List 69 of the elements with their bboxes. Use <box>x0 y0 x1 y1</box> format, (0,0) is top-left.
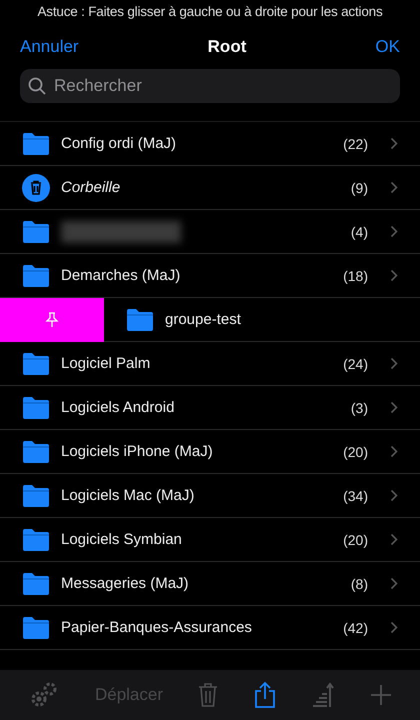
folder-name: Logiciels Symbian <box>61 531 183 548</box>
chevron-icon <box>390 577 398 590</box>
folder-icon <box>22 220 50 243</box>
folder-name: groupe-test <box>165 311 242 328</box>
folder-row[interactable]: Logiciels iPhone (MaJ) (20) <box>0 430 420 474</box>
chevron-icon <box>390 357 398 370</box>
chevron-icon <box>390 401 398 414</box>
folder-row[interactable]: (4) <box>0 210 420 254</box>
folder-row[interactable]: Logiciels Android (3) <box>0 386 420 430</box>
item-count: (34) <box>343 488 368 504</box>
item-count: (22) <box>343 136 368 152</box>
search-field[interactable]: Rechercher <box>20 69 400 103</box>
chevron-icon <box>390 489 398 502</box>
cancel-button[interactable]: Annuler <box>20 37 79 57</box>
folder-name: Logiciels iPhone (MaJ) <box>61 443 214 460</box>
item-count: (18) <box>343 268 368 284</box>
folder-row[interactable]: Demarches (MaJ) (18) <box>0 254 420 298</box>
chevron-icon <box>390 137 398 150</box>
share-icon <box>254 681 276 709</box>
hint-text: Astuce : Faites glisser à gauche ou à droite pour les actions <box>36 4 384 19</box>
trash-icon <box>22 174 50 202</box>
add-icon <box>370 684 392 706</box>
item-count: (24) <box>343 356 368 372</box>
chevron-icon <box>390 445 398 458</box>
chevron-icon <box>390 621 398 634</box>
item-count: (20) <box>343 532 368 548</box>
chevron-icon <box>390 269 398 282</box>
folder-row[interactable]: Corbeille (9) <box>0 166 420 210</box>
folder-name: Demarches (MaJ) <box>61 267 182 284</box>
folder-icon <box>22 528 50 551</box>
folder-icon <box>22 132 50 155</box>
folder-row[interactable]: Logiciels Mac (MaJ) (34) <box>0 474 420 518</box>
folder-icon <box>22 264 50 287</box>
folder-icon <box>22 396 50 419</box>
folder-row[interactable]: Logiciels Symbian (20) <box>0 518 420 562</box>
folder-row[interactable]: groupe-test <box>104 298 420 342</box>
folder-icon <box>22 616 50 639</box>
folder-name: Config ordi (MaJ) <box>61 135 178 152</box>
folder-icon <box>22 352 50 375</box>
folder-name: Corbeille <box>61 179 122 196</box>
item-count: (8) <box>350 576 368 592</box>
folder-row[interactable]: Config ordi (MaJ) (22) <box>0 122 420 166</box>
folder-row[interactable]: Logiciel Palm (24) <box>0 342 420 386</box>
folder-icon <box>22 440 50 463</box>
folder-name: Messageries (MaJ) <box>61 575 190 592</box>
chevron-icon <box>390 225 398 238</box>
sort-icon <box>310 681 335 709</box>
nav-title: Root <box>208 37 246 57</box>
folder-name: Papier-Banques-Assurances <box>61 619 253 636</box>
folder-icon <box>22 484 50 507</box>
pin-icon <box>45 312 59 328</box>
search-icon <box>28 77 46 95</box>
search-input[interactable]: Rechercher <box>52 75 392 97</box>
folder-name: Logiciel Palm <box>61 355 152 372</box>
folder-name: Logiciels Android <box>61 399 176 416</box>
folder-icon <box>126 308 154 331</box>
item-count: (3) <box>350 400 368 416</box>
item-count: (20) <box>343 444 368 460</box>
chevron-icon <box>390 181 398 194</box>
item-count: (42) <box>343 620 368 636</box>
folder-row[interactable]: Messageries (MaJ) (8) <box>0 562 420 606</box>
item-count: (4) <box>350 224 368 240</box>
folder-icon <box>22 572 50 595</box>
folder-row[interactable]: Papier-Banques-Assurances (42) <box>0 606 420 650</box>
folder-name: Logiciels Mac (MaJ) <box>61 487 196 504</box>
ok-button[interactable]: OK <box>375 37 400 57</box>
trash-icon <box>198 682 218 708</box>
item-count: (9) <box>350 180 368 196</box>
chevron-icon <box>390 533 398 546</box>
